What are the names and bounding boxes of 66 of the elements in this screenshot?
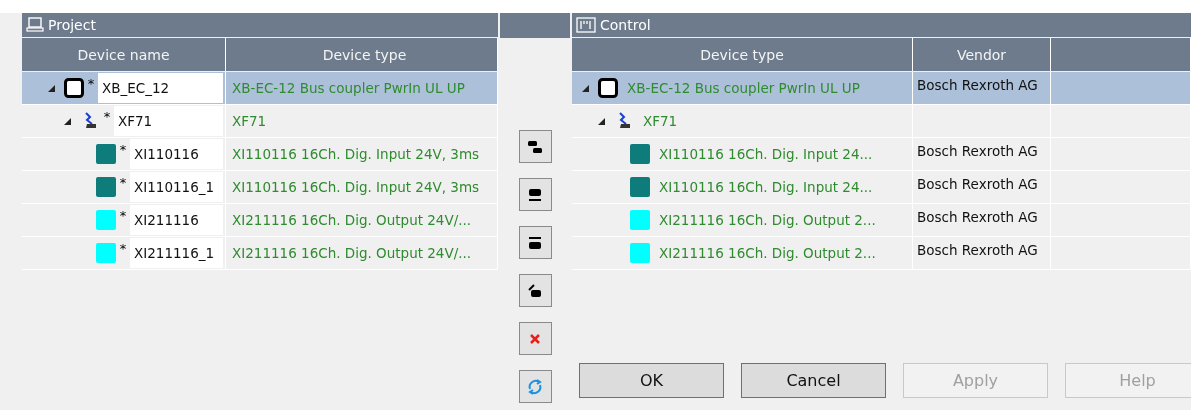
expand-arrow-icon[interactable] [582, 84, 589, 92]
expand-arrow-icon[interactable] [598, 117, 605, 125]
panel-title: Control [600, 17, 651, 33]
tool-button[interactable] [518, 274, 552, 307]
modified-marker: * [118, 208, 128, 223]
tree-row[interactable]: * XB_EC_12 XB-EC-12 Bus coupler PwrIn UL UP [22, 72, 498, 105]
tree-row[interactable]: * XI110116_1 XI110116 16Ch. Dig. Input 24V, 3ms [22, 171, 498, 204]
square-frame-icon [64, 78, 84, 98]
device-type: XI110116 16Ch. Dig. Input 24... [659, 146, 873, 162]
tool-button[interactable] [518, 130, 552, 163]
vendor: Bosch Rexroth AG [917, 143, 1038, 159]
modified-marker: * [118, 142, 128, 157]
controller-icon [576, 17, 596, 33]
square-frame-icon [598, 78, 618, 98]
tree-row[interactable]: XB-EC-12 Bus coupler PwrIn UL UP Bosch Rexroth AG [572, 72, 1191, 105]
tree-row[interactable]: * XF71 XF71 [22, 105, 498, 138]
panel-title: Project [48, 17, 96, 33]
tree-row[interactable]: * XI211116_1 XI211116 16Ch. Dig. Output 24V/... [22, 237, 498, 270]
device-type: XF71 [643, 113, 678, 129]
device-type: XI211116 16Ch. Dig. Output 24V/... [232, 245, 472, 261]
column-header[interactable]: Device name [22, 38, 226, 71]
name-field[interactable]: XI110116_1 [130, 172, 223, 202]
vendor: Bosch Rexroth AG [917, 209, 1038, 225]
column-header[interactable]: Device type [226, 38, 498, 71]
modified-marker: * [118, 175, 128, 190]
column-header[interactable]: Vendor [913, 38, 1051, 71]
tool-button[interactable] [518, 226, 552, 259]
device-type: XI211116 16Ch. Dig. Output 2... [659, 245, 876, 261]
device-type: XB-EC-12 Bus coupler PwrIn UL UP [627, 80, 860, 96]
device-type: XI211116 16Ch. Dig. Output 2... [659, 212, 876, 228]
column-header[interactable]: Device type [572, 38, 913, 71]
name-field[interactable]: XB_EC_12 [98, 73, 223, 103]
panel-header [500, 13, 570, 38]
expand-arrow-icon[interactable] [64, 117, 71, 125]
device-type: XB-EC-12 Bus coupler PwrIn UL UP [232, 80, 465, 96]
tree-row[interactable]: XI211116 16Ch. Dig. Output 2... Bosch Rexroth AG [572, 237, 1191, 270]
vendor: Bosch Rexroth AG [917, 77, 1038, 93]
slash-block-icon [526, 281, 544, 300]
expand-arrow-icon[interactable] [48, 84, 55, 92]
device-type: XI211116 16Ch. Dig. Output 24V/... [232, 212, 472, 228]
tree-row[interactable]: XF71 [572, 105, 1191, 138]
tree-row[interactable]: XI110116 16Ch. Dig. Input 24... Bosch Rexroth AG [572, 138, 1191, 171]
vendor: Bosch Rexroth AG [917, 176, 1038, 192]
modified-marker: * [86, 76, 96, 91]
tree-row[interactable]: * XI211116 XI211116 16Ch. Dig. Output 24V/... [22, 204, 498, 237]
connector-icon [617, 112, 631, 130]
dialog-button[interactable]: OK [579, 363, 724, 398]
tree-row[interactable]: XI110116 16Ch. Dig. Input 24... Bosch Rexroth AG [572, 171, 1191, 204]
modified-marker: * [118, 241, 128, 256]
device-type: XF71 [232, 113, 267, 129]
dialog-button[interactable]: Cancel [741, 363, 886, 398]
device-type: XI110116 16Ch. Dig. Input 24V, 3ms [232, 146, 480, 162]
name-field[interactable]: XI110116 [130, 139, 223, 169]
name-field[interactable]: XF71 [114, 106, 223, 136]
name-field[interactable]: XI211116 [130, 205, 223, 235]
refresh-icon [526, 377, 544, 396]
tool-button[interactable] [518, 178, 552, 211]
tree-row[interactable]: XI211116 16Ch. Dig. Output 2... Bosch Rexroth AG [572, 204, 1191, 237]
device-type: XI110116 16Ch. Dig. Input 24V, 3ms [232, 179, 480, 195]
modified-marker: * [102, 109, 112, 124]
name-field[interactable]: XI211116_1 [130, 238, 223, 268]
tree-row[interactable]: * XI110116 XI110116 16Ch. Dig. Input 24V, 3ms [22, 138, 498, 171]
device-type: XI110116 16Ch. Dig. Input 24... [659, 179, 873, 195]
laptop-icon [26, 17, 44, 33]
connector-icon [83, 112, 97, 130]
vendor: Bosch Rexroth AG [917, 242, 1038, 258]
